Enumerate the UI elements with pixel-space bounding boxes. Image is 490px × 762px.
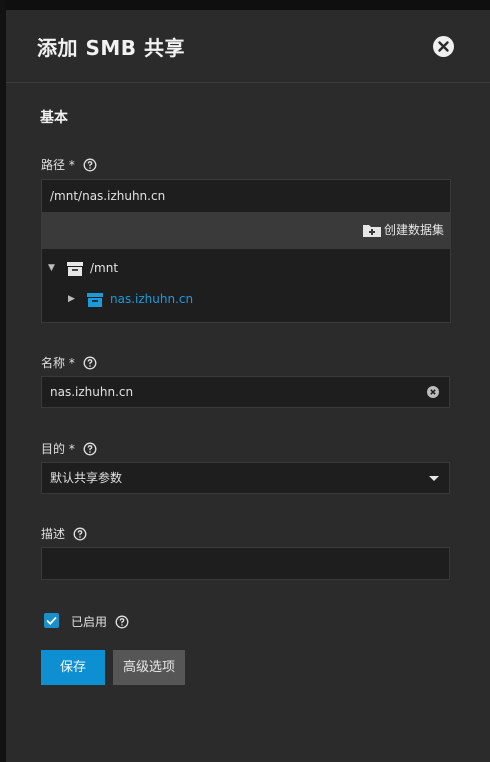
description-label-row: 描述 — [41, 525, 87, 542]
enabled-checkbox[interactable] — [44, 613, 59, 628]
path-explorer: /mnt/nas.izhuhn.cn 创建数据集 ▼ /mnt ▶ nas.iz… — [41, 179, 451, 323]
close-icon — [438, 41, 449, 52]
description-input[interactable] — [41, 547, 450, 580]
explorer-toolbar: 创建数据集 — [42, 212, 450, 249]
advanced-options-button[interactable]: 高级选项 — [113, 650, 185, 685]
help-icon[interactable] — [115, 615, 129, 629]
enabled-label: 已启用 — [71, 615, 108, 629]
purpose-label: 目的 * — [41, 442, 75, 456]
purpose-label-row: 目的 * — [41, 440, 97, 457]
dataset-icon — [67, 262, 83, 276]
name-label-row: 名称 * — [41, 354, 97, 371]
clear-icon[interactable] — [427, 386, 439, 398]
tree-node-mnt[interactable]: ▼ /mnt — [48, 259, 118, 277]
section-title: 基本 — [40, 110, 68, 126]
chevron-down-icon[interactable] — [429, 476, 439, 481]
description-label: 描述 — [41, 527, 66, 541]
close-button[interactable] — [433, 36, 454, 57]
folder-plus-icon — [362, 224, 381, 237]
name-label: 名称 * — [41, 356, 75, 370]
caret-right-icon[interactable]: ▶ — [68, 294, 86, 304]
check-icon — [46, 616, 57, 625]
tree-node-label: /mnt — [90, 261, 119, 275]
path-label: 路径 * — [41, 158, 75, 172]
add-smb-share-dialog: 添加 SMB 共享 基本 路径 * /mnt/nas.izhuhn.cn 创建数… — [6, 10, 490, 762]
tree-node-label: nas.izhuhn.cn — [110, 292, 194, 306]
path-input[interactable]: /mnt/nas.izhuhn.cn — [50, 180, 165, 212]
caret-down-icon[interactable]: ▼ — [48, 263, 66, 273]
purpose-value: 默认共享参数 — [50, 471, 123, 485]
path-label-row: 路径 * — [41, 156, 97, 173]
create-dataset-button[interactable]: 创建数据集 — [362, 221, 444, 238]
background-top — [0, 0, 490, 10]
enabled-label-row: 已启用 — [71, 613, 129, 630]
dataset-icon — [87, 293, 103, 307]
help-icon[interactable] — [73, 527, 87, 541]
help-icon[interactable] — [83, 356, 97, 370]
help-icon[interactable] — [83, 442, 97, 456]
name-value: nas.izhuhn.cn — [50, 385, 134, 399]
save-button[interactable]: 保存 — [41, 650, 105, 685]
name-input[interactable]: nas.izhuhn.cn — [41, 376, 450, 408]
dialog-title: 添加 SMB 共享 — [37, 36, 185, 60]
tree-node-dataset[interactable]: ▶ nas.izhuhn.cn — [68, 290, 193, 308]
purpose-select[interactable]: 默认共享参数 — [41, 462, 450, 494]
dialog-header: 添加 SMB 共享 — [6, 10, 490, 83]
help-icon[interactable] — [83, 158, 97, 172]
create-dataset-label: 创建数据集 — [383, 223, 444, 237]
